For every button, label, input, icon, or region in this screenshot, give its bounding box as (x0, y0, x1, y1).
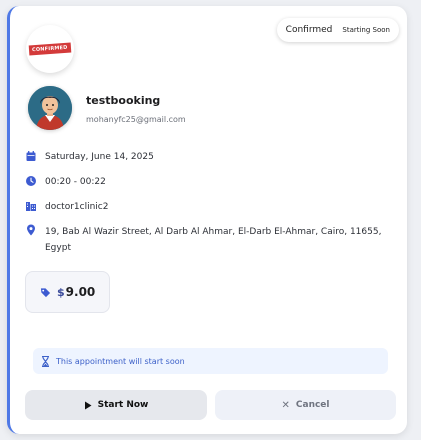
notice-text: This appointment will start soon (56, 356, 185, 366)
status-badge: Confirmed Starting Soon (276, 18, 399, 42)
start-soon-notice: This appointment will start soon (33, 348, 388, 374)
start-now-label: Start Now (97, 400, 149, 410)
date-text: Saturday, June 14, 2025 (45, 152, 154, 162)
appointment-card: Confirmed Starting Soon CONFIRMED testbo… (7, 6, 407, 434)
clock-icon (26, 176, 36, 186)
price-value: 9.00 (65, 285, 96, 299)
tag-icon (40, 287, 51, 297)
status-starting-label: Starting Soon (342, 26, 390, 34)
map-pin-icon (27, 224, 35, 236)
user-email: mohanyfc25@gmail.com (86, 115, 186, 124)
close-icon: ✕ (281, 399, 290, 411)
price-box: $9.00 (25, 271, 110, 313)
avatar (28, 86, 72, 130)
clinic-logo: CONFIRMED (26, 25, 74, 73)
address-row: 19, Bab Al Wazir Street, Al Darb Al Ahma… (25, 224, 385, 256)
address-text: 19, Bab Al Wazir Street, Al Darb Al Ahma… (45, 227, 382, 253)
time-row: 00:20 - 00:22 (25, 175, 106, 190)
start-now-button[interactable]: Start Now (25, 390, 207, 420)
confirmed-stamp-logo: CONFIRMED (28, 42, 72, 56)
user-name: testbooking (86, 94, 161, 107)
clinic-row: doctor1clinic2 (25, 200, 108, 215)
price-amount: $9.00 (57, 285, 95, 299)
avatar-illustration (28, 86, 72, 130)
time-text: 00:20 - 00:22 (45, 177, 106, 187)
play-icon (84, 401, 92, 409)
calendar-icon (26, 151, 36, 161)
building-icon (26, 202, 36, 211)
hourglass-icon (42, 355, 49, 367)
cancel-button[interactable]: ✕ Cancel (215, 390, 396, 420)
date-row: Saturday, June 14, 2025 (25, 150, 154, 165)
clinic-text: doctor1clinic2 (45, 202, 109, 212)
price-currency: $ (57, 286, 65, 299)
cancel-label: Cancel (295, 400, 330, 410)
status-confirmed-label: Confirmed (285, 25, 333, 35)
